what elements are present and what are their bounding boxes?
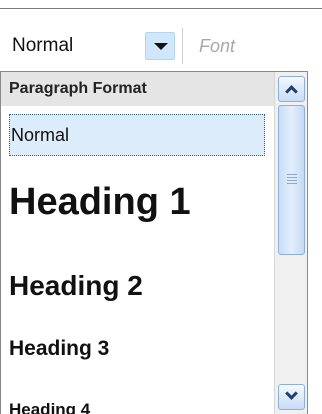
format-option-heading-4[interactable]: Heading 4 (9, 400, 90, 414)
toolbar-divider (0, 8, 322, 9)
format-combo-value: Normal (12, 35, 74, 56)
format-option-normal[interactable]: Normal (9, 114, 265, 156)
triangle-down-icon (154, 43, 168, 50)
dropdown-header: Paragraph Format (1, 72, 274, 106)
grip-icon (287, 174, 297, 186)
format-dropdown-button[interactable] (145, 32, 175, 60)
scroll-down-button[interactable] (278, 384, 305, 410)
paragraph-format-dropdown: Paragraph Format Normal Heading 1 Headin… (0, 71, 308, 414)
font-combo-placeholder: Font (199, 36, 236, 56)
paragraph-format-combo[interactable]: Normal (0, 28, 176, 62)
format-option-heading-1[interactable]: Heading 1 (9, 181, 191, 224)
format-option-heading-3[interactable]: Heading 3 (9, 337, 109, 361)
format-option-heading-2[interactable]: Heading 2 (9, 270, 143, 302)
chevron-up-icon (285, 85, 298, 98)
editor-toolbar-region: Normal Font Paragraph Format Normal Head… (0, 0, 322, 414)
scrollbar-thumb[interactable] (278, 105, 305, 255)
chevron-down-icon (285, 387, 298, 400)
dropdown-title: Paragraph Format (9, 80, 147, 97)
combo-separator (182, 28, 183, 64)
format-options-list: Normal Heading 1 Heading 2 Heading 3 Hea… (1, 106, 274, 414)
scroll-up-button[interactable] (278, 76, 305, 102)
font-combo[interactable]: Font (185, 28, 322, 62)
dropdown-scrollbar[interactable] (274, 72, 307, 414)
